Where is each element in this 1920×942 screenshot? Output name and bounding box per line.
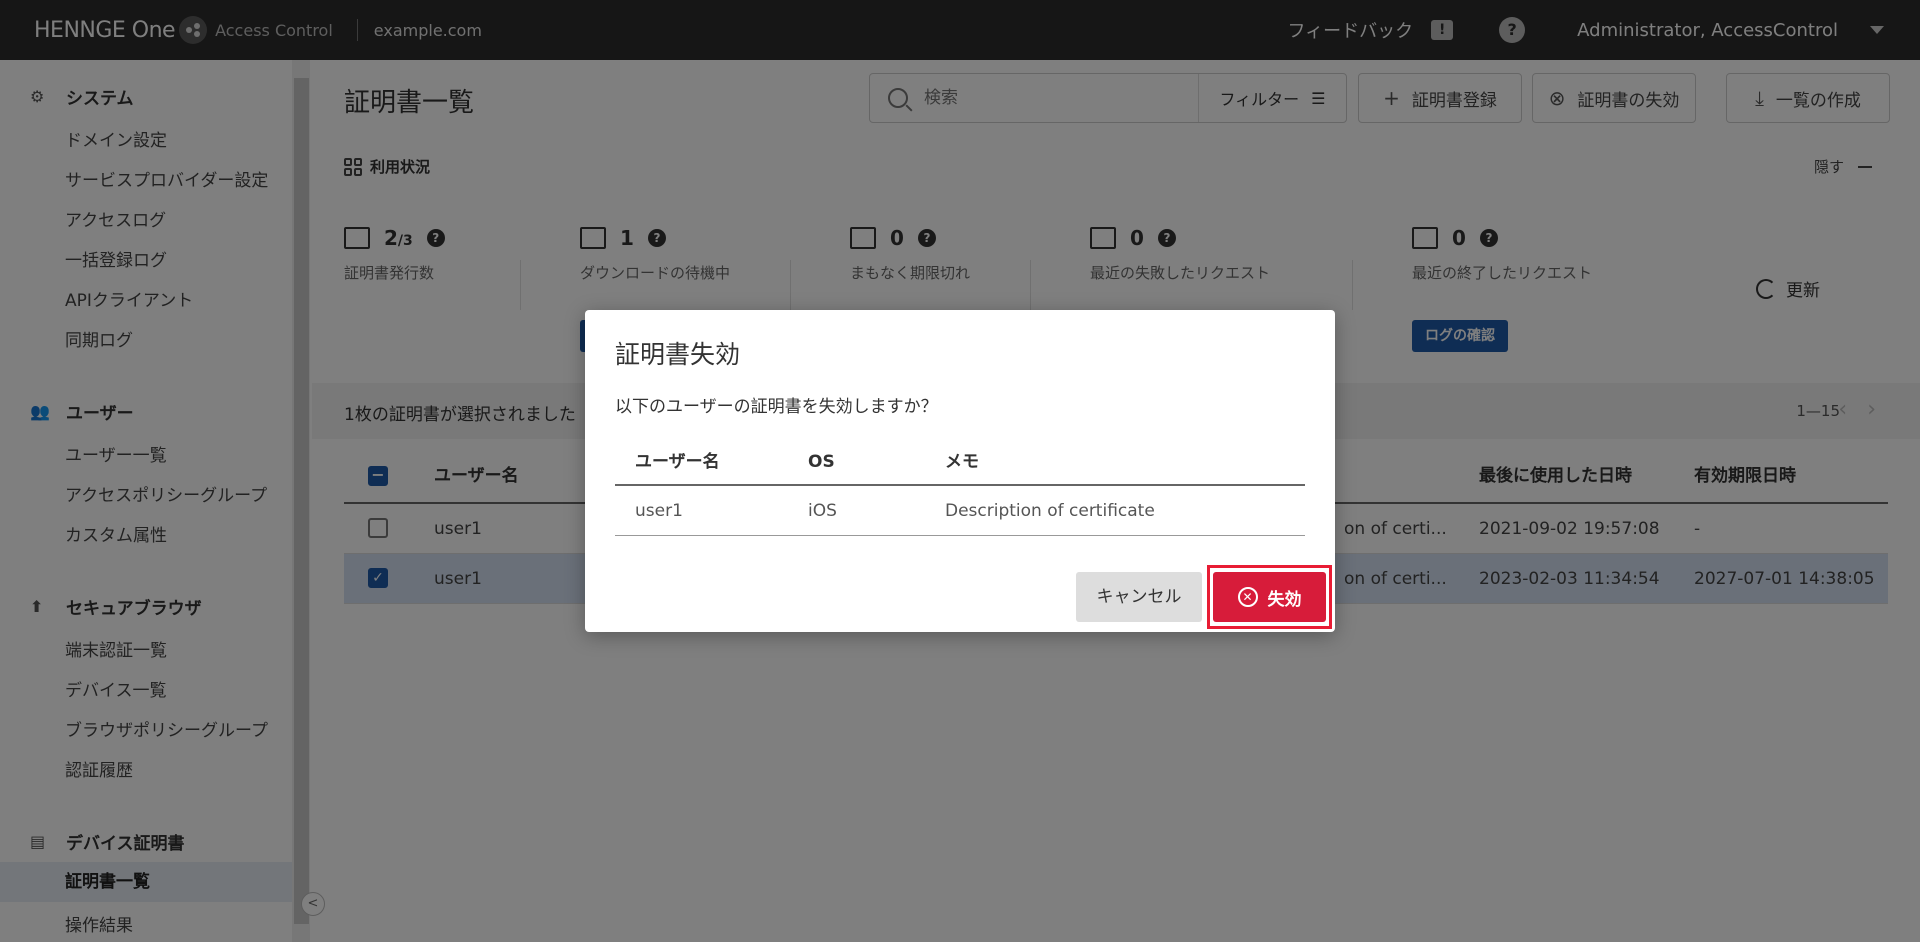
dialog-message: 以下のユーザーの証明書を失効しますか？ <box>615 397 938 417</box>
col-memo: メモ <box>945 452 979 472</box>
cell-username: user1 <box>635 501 683 521</box>
confirm-label: 失効 <box>1267 589 1302 610</box>
confirm-revoke-button[interactable]: ✕ 失効 <box>1213 572 1326 622</box>
dialog-table-header: ユーザー名 OS メモ <box>615 440 1305 486</box>
dialog-title: 証明書失効 <box>615 340 741 369</box>
circle-x-icon: ✕ <box>1237 587 1258 607</box>
revoke-dialog: 証明書失効 以下のユーザーの証明書を失効しますか？ ユーザー名 OS メモ us… <box>585 310 1335 632</box>
cell-os: iOS <box>808 501 837 521</box>
col-username: ユーザー名 <box>635 452 720 472</box>
dialog-table-row: user1 iOS Description of certificate <box>615 486 1305 536</box>
cancel-button[interactable]: キャンセル <box>1076 572 1202 622</box>
dialog-table: ユーザー名 OS メモ user1 iOS Description of cer… <box>615 440 1305 536</box>
cell-memo: Description of certificate <box>945 501 1155 521</box>
col-os: OS <box>808 452 835 472</box>
